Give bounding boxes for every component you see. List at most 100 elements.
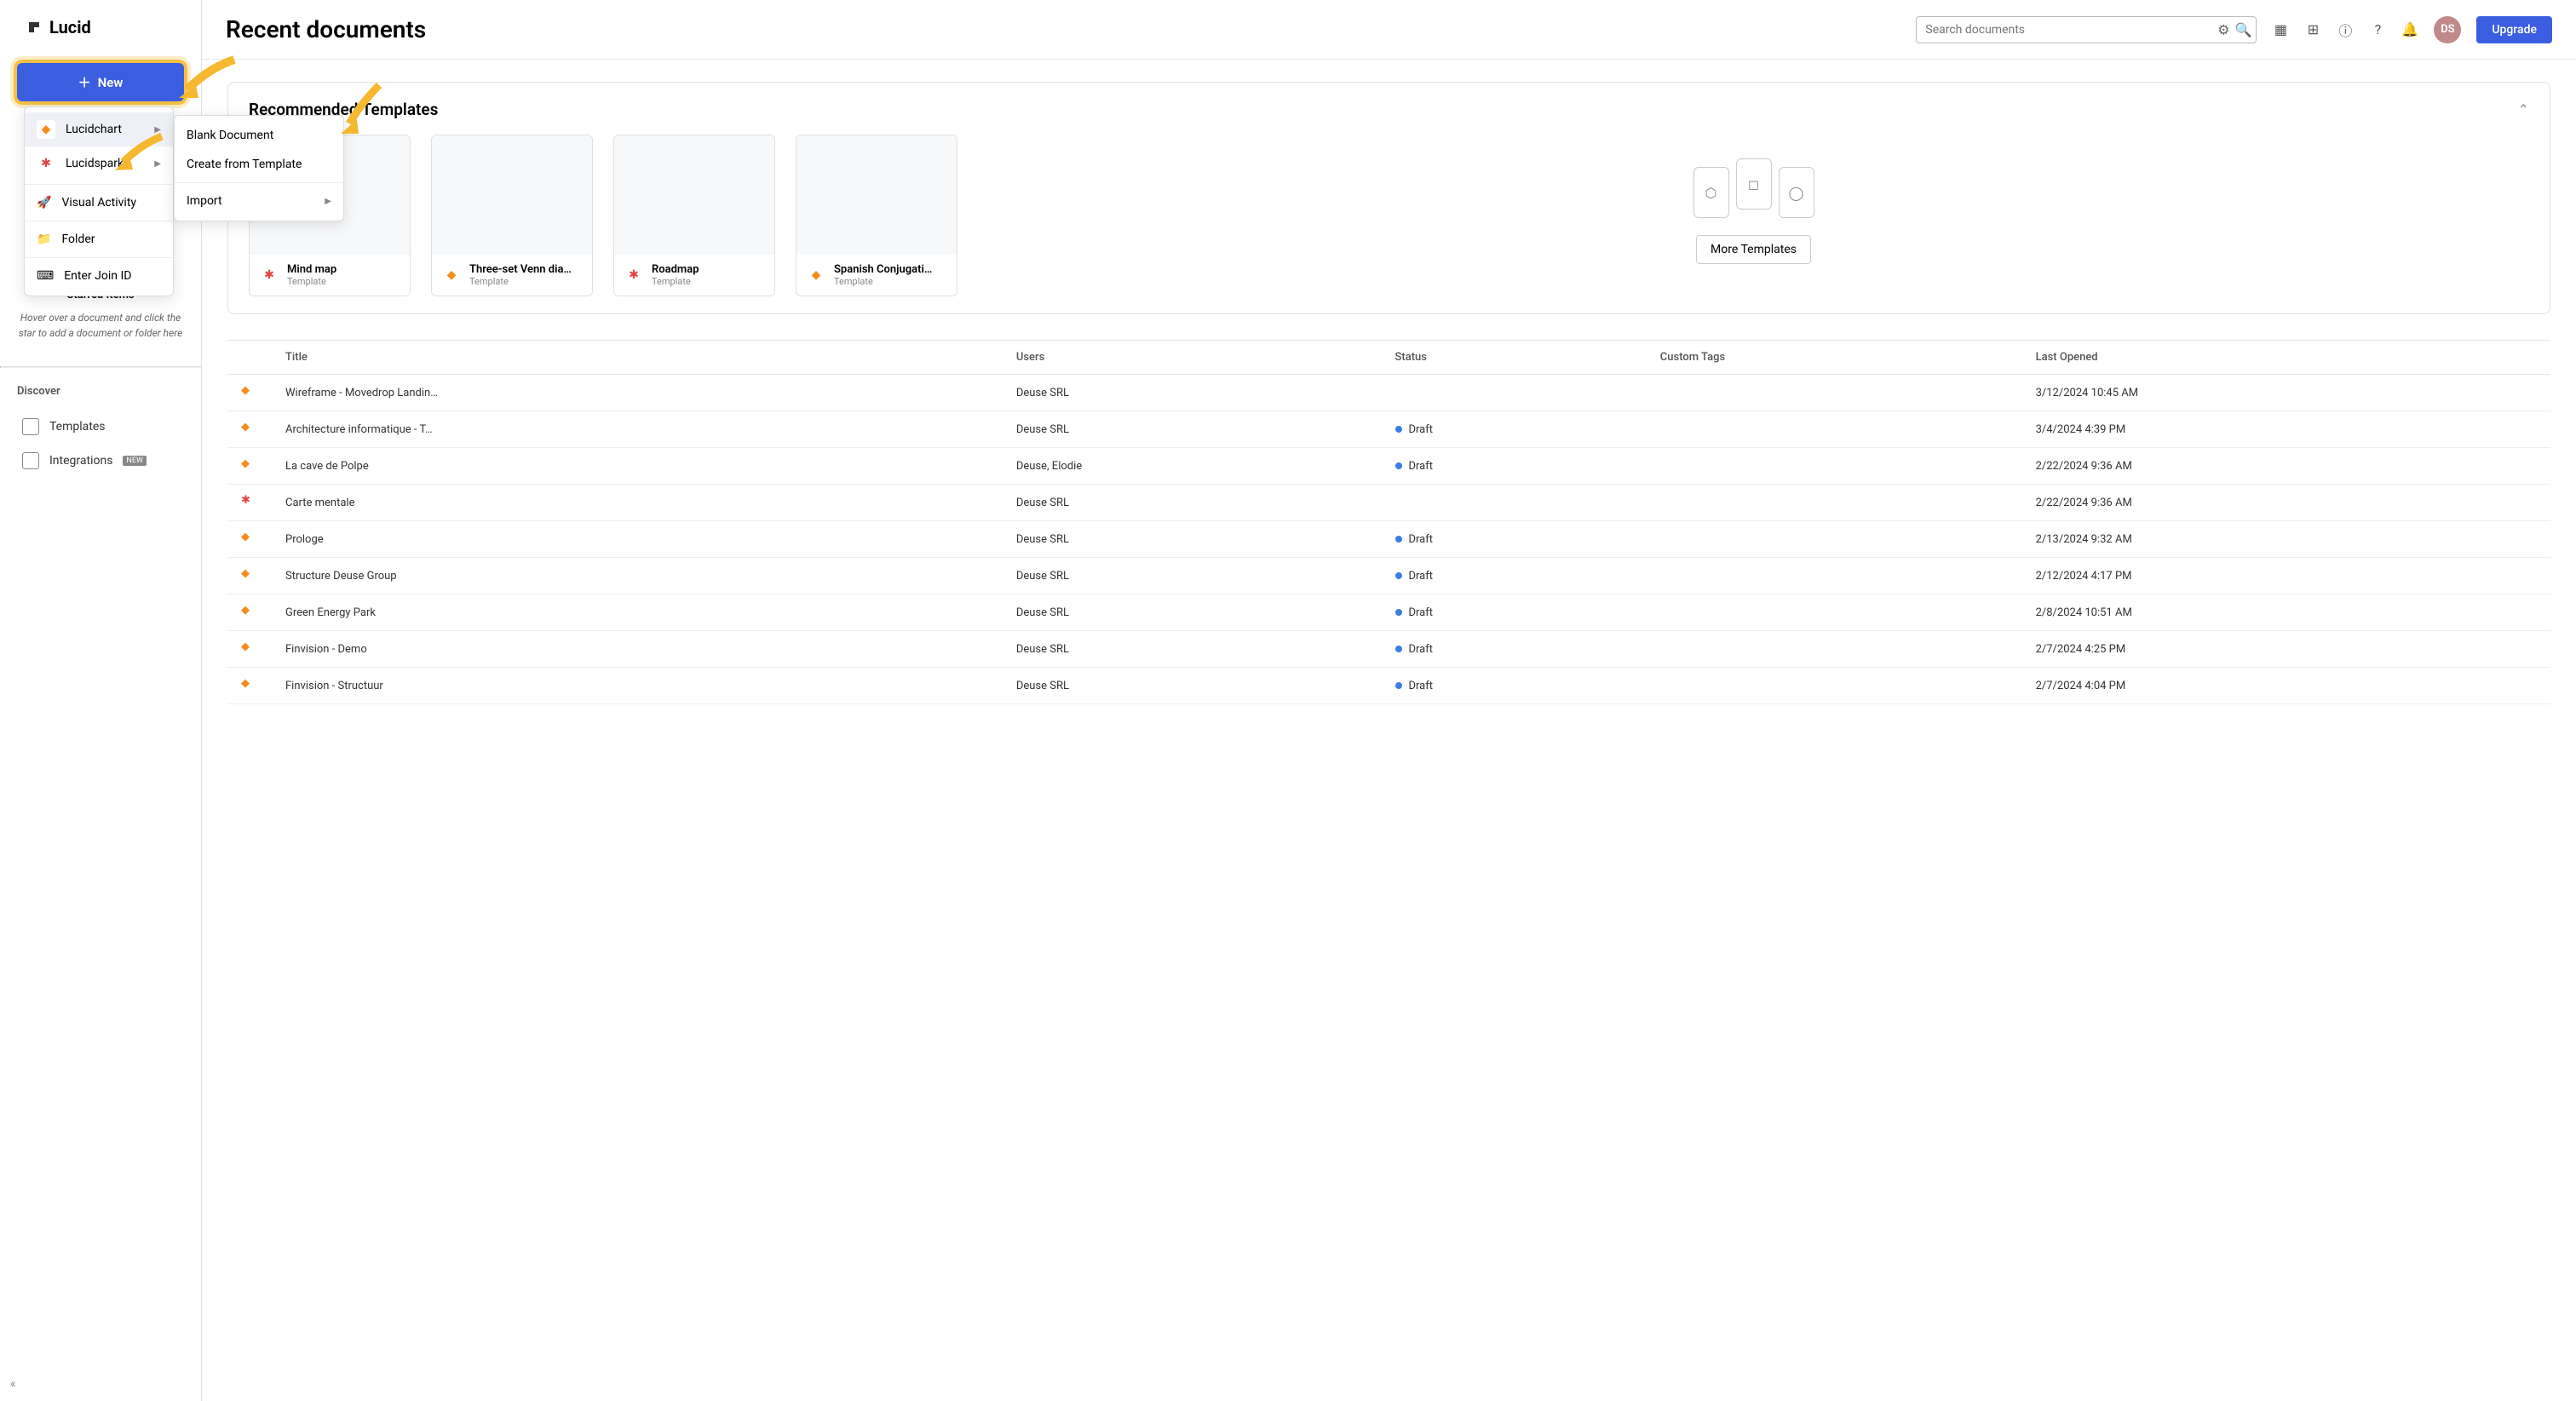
doc-status: [1382, 375, 1647, 411]
apps-icon[interactable]: ⊞: [2304, 21, 2321, 38]
doc-type-icon: ◆: [241, 457, 258, 474]
table-row[interactable]: ◆Architecture informatique - T…Deuse SRL…: [227, 411, 2550, 448]
menu-label: Folder: [61, 233, 95, 246]
menu-label: Create from Template: [187, 158, 302, 171]
menu-visual-activity[interactable]: 🚀 Visual Activity: [25, 188, 173, 217]
status-dot-icon: [1395, 572, 1402, 579]
search-input[interactable]: [1916, 16, 2257, 43]
col-last-opened[interactable]: Last Opened: [2022, 341, 2550, 375]
doc-tags: [1647, 411, 2022, 448]
template-name: Three-set Venn dia…: [469, 263, 572, 276]
templates-icon: [22, 418, 39, 435]
table-row[interactable]: ◆Wireframe - Movedrop Landin…Deuse SRL3/…: [227, 375, 2550, 411]
doc-title: Green Energy Park: [272, 594, 1003, 631]
help-icon[interactable]: ?: [2369, 21, 2386, 38]
doc-users: Deuse SRL: [1003, 521, 1382, 558]
filter-icon[interactable]: ⚙: [2217, 21, 2229, 37]
doc-tags: [1647, 375, 2022, 411]
table-row[interactable]: ✱Carte mentaleDeuse SRL2/22/2024 9:36 AM: [227, 485, 2550, 521]
doc-title: Carte mentale: [272, 485, 1003, 521]
doc-type-icon: ◆: [241, 384, 258, 401]
collapse-panel-icon[interactable]: ⌃: [2518, 101, 2529, 118]
doc-type-icon: ◆: [241, 677, 258, 694]
grid-view-icon[interactable]: ▦: [2272, 21, 2289, 38]
col-status[interactable]: Status: [1382, 341, 1647, 375]
doc-users: Deuse SRL: [1003, 668, 1382, 704]
annotation-arrow-icon: [175, 51, 243, 102]
col-users[interactable]: Users: [1003, 341, 1382, 375]
submenu-import[interactable]: Import ▶: [175, 187, 343, 215]
template-thumbnail: [796, 135, 957, 255]
doc-tags: [1647, 448, 2022, 485]
upgrade-button[interactable]: Upgrade: [2476, 16, 2552, 43]
search-icon[interactable]: 🔍: [2234, 21, 2251, 37]
sidebar-item-integrations[interactable]: Integrations NEW: [17, 444, 184, 478]
doc-tags: [1647, 668, 2022, 704]
info-icon[interactable]: ⓘ: [2337, 21, 2354, 38]
integrations-icon: [22, 452, 39, 469]
table-row[interactable]: ◆La cave de PolpeDeuse, ElodieDraft2/22/…: [227, 448, 2550, 485]
doc-status: Draft: [1382, 668, 1647, 704]
doc-status: Draft: [1382, 631, 1647, 668]
menu-enter-join-id[interactable]: ⌨ Enter Join ID: [25, 261, 173, 290]
doc-title: Wireframe - Movedrop Landin…: [272, 375, 1003, 411]
template-name: Spanish Conjugati…: [834, 263, 932, 276]
template-preview-icon: ◻: [1736, 158, 1772, 210]
doc-title: Architecture informatique - T…: [272, 411, 1003, 448]
new-button[interactable]: ＋ New: [17, 63, 184, 101]
doc-title: La cave de Polpe: [272, 448, 1003, 485]
doc-last-opened: 3/12/2024 10:45 AM: [2022, 375, 2550, 411]
table-row[interactable]: ◆Finvision - DemoDeuse SRLDraft2/7/2024 …: [227, 631, 2550, 668]
notifications-icon[interactable]: 🔔: [2401, 21, 2418, 38]
template-thumbnail: [614, 135, 774, 255]
annotation-arrow-icon: [336, 81, 388, 141]
doc-type-icon: ◆: [241, 604, 258, 621]
doc-last-opened: 2/13/2024 9:32 AM: [2022, 521, 2550, 558]
more-templates-button[interactable]: More Templates: [1696, 235, 1811, 264]
template-card[interactable]: ✱RoadmapTemplate: [613, 135, 775, 296]
doc-title: Structure Deuse Group: [272, 558, 1003, 594]
doc-type-icon: ✱: [241, 494, 258, 511]
lucidspark-icon: ✱: [260, 266, 279, 284]
doc-type-icon: ◆: [241, 531, 258, 548]
table-row[interactable]: ◆Structure Deuse GroupDeuse SRLDraft2/12…: [227, 558, 2550, 594]
template-name: Roadmap: [652, 263, 699, 276]
submenu-create-from-template[interactable]: Create from Template: [175, 150, 343, 179]
template-card[interactable]: ◆ Spanish Conjugati…Template: [796, 135, 957, 296]
template-sublabel: Template: [469, 276, 572, 287]
menu-folder[interactable]: 📁 Folder: [25, 225, 173, 254]
discover-label: Discover: [17, 385, 184, 398]
doc-users: Deuse SRL: [1003, 631, 1382, 668]
doc-last-opened: 2/22/2024 9:36 AM: [2022, 448, 2550, 485]
sidebar-item-templates[interactable]: Templates: [17, 410, 184, 444]
doc-users: Deuse SRL: [1003, 594, 1382, 631]
table-row[interactable]: ◆Green Energy ParkDeuse SRLDraft2/8/2024…: [227, 594, 2550, 631]
menu-label: Enter Join ID: [64, 269, 131, 283]
menu-label: Blank Document: [187, 129, 273, 142]
status-dot-icon: [1395, 462, 1402, 469]
table-row[interactable]: ◆Finvision - StructuurDeuse SRLDraft2/7/…: [227, 668, 2550, 704]
submenu-blank-document[interactable]: Blank Document: [175, 121, 343, 150]
doc-tags: [1647, 521, 2022, 558]
avatar[interactable]: DS: [2434, 16, 2461, 43]
status-dot-icon: [1395, 682, 1402, 689]
caret-right-icon: ▶: [325, 197, 331, 206]
col-tags[interactable]: Custom Tags: [1647, 341, 2022, 375]
doc-status: Draft: [1382, 594, 1647, 631]
template-preview-icon: ◯: [1779, 167, 1814, 218]
doc-status: Draft: [1382, 521, 1647, 558]
doc-last-opened: 2/7/2024 4:04 PM: [2022, 668, 2550, 704]
status-dot-icon: [1395, 609, 1402, 616]
doc-last-opened: 2/22/2024 9:36 AM: [2022, 485, 2550, 521]
table-row[interactable]: ◆PrologeDeuse SRLDraft2/13/2024 9:32 AM: [227, 521, 2550, 558]
lucidchart-icon: ◆: [807, 266, 825, 284]
template-card[interactable]: ◆Three-set Venn dia…Template: [431, 135, 593, 296]
col-title[interactable]: Title: [272, 341, 1003, 375]
new-badge: NEW: [123, 456, 147, 466]
brand-logo[interactable]: Lucid: [0, 0, 201, 55]
collapse-sidebar-icon[interactable]: «: [10, 1377, 16, 1391]
doc-last-opened: 2/7/2024 4:25 PM: [2022, 631, 2550, 668]
page-title: Recent documents: [226, 15, 426, 43]
template-sublabel: Template: [834, 276, 932, 287]
doc-status: Draft: [1382, 448, 1647, 485]
